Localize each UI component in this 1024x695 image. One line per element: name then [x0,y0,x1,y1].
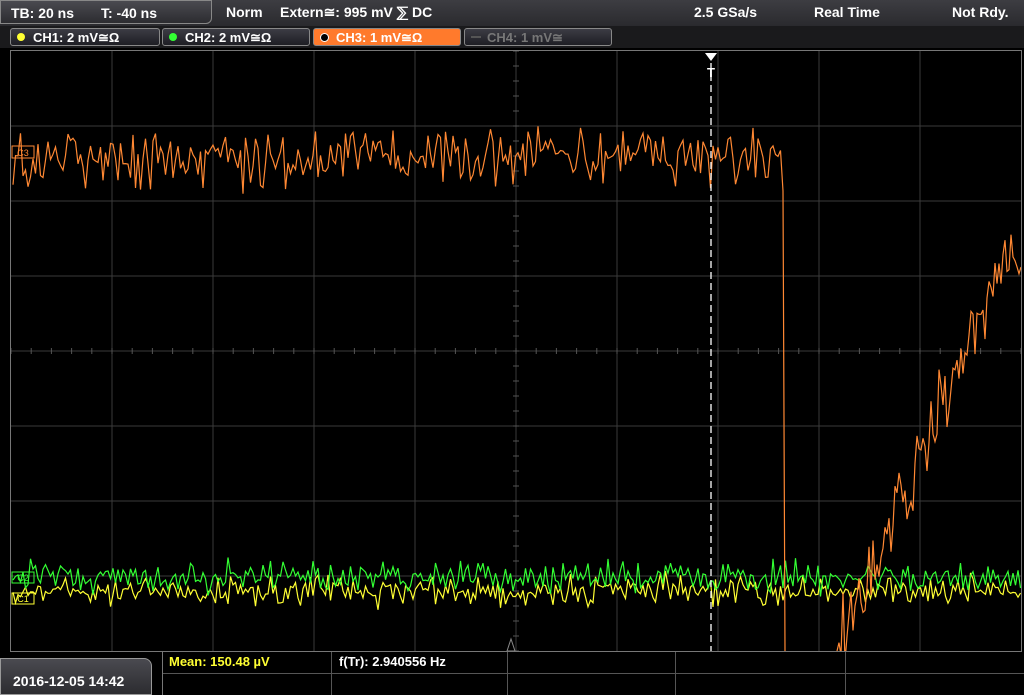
trigger-time-label: T: -40 ns [101,5,158,21]
sample-rate: 2.5 GSa/s [694,4,758,20]
ch2-dot-icon [169,33,177,41]
channel-tab-ch2[interactable]: CH2: 2 mV≅Ω [162,28,310,46]
ground-reference-icon [506,637,516,651]
channel-tab-ch4[interactable]: CH4: 1 mV≅ [464,28,612,46]
ch3-dot-icon [320,33,329,42]
ch3-offset-label: C3 [17,148,29,158]
status-indicator: Not Rdy. [952,4,1009,20]
ch3-label: CH3: 1 mV≅Ω [336,30,423,45]
ch2-label: CH2: 2 mV≅Ω [185,30,272,45]
table-divider [163,673,1024,674]
channel-tab-ch1[interactable]: CH1: 2 mV≅Ω [10,28,160,46]
datetime-box[interactable]: 2016-12-05 14:42 [0,658,152,695]
table-divider [331,652,332,695]
trigger-source[interactable]: Extern≅: 995 mV ⅀ DC [280,4,432,21]
trigger-marker-label: T [707,65,715,80]
ch1-dot-icon [17,33,25,41]
ch4-dash-icon [471,36,481,38]
trigger-arrow-icon [705,53,717,61]
ch1-offset-label: C1 [17,594,29,604]
frequency-measurement[interactable]: f(Tr): 2.940556 Hz [339,654,446,669]
ch1-trace [12,570,1021,610]
markers: T C3 C2 C1 [11,53,717,651]
timebase-label: TB: 20 ns [11,5,75,21]
table-divider [845,652,846,695]
waveform-svg: T C3 C2 C1 [11,51,1021,651]
ch4-label: CH4: 1 mV≅ [487,30,563,45]
acquisition-mode: Real Time [814,4,880,20]
waveform-display[interactable]: T C3 C2 C1 [10,50,1022,652]
ch1-label: CH1: 2 mV≅Ω [33,30,120,45]
timebase-box[interactable]: TB: 20 ns T: -40 ns [0,0,212,24]
measurement-table: Mean: 150.48 µV f(Tr): 2.940556 Hz [162,652,1024,695]
status-bar: TB: 20 ns T: -40 ns Norm Extern≅: 995 mV… [0,0,1024,27]
table-divider [507,652,508,695]
mean-measurement[interactable]: Mean: 150.48 µV [169,654,270,669]
datetime-label: 2016-12-05 14:42 [13,673,125,689]
traces [12,126,1021,651]
channel-bar: CH1: 2 mV≅Ω CH2: 2 mV≅Ω CH3: 1 mV≅Ω CH4:… [0,26,1024,48]
table-divider [675,652,676,695]
ch2-offset-label: C2 [17,573,29,583]
measurement-bar: 2016-12-05 14:42 Mean: 150.48 µV f(Tr): … [0,652,1024,695]
channel-tab-ch3[interactable]: CH3: 1 mV≅Ω [313,28,461,46]
trigger-mode[interactable]: Norm [226,4,263,20]
